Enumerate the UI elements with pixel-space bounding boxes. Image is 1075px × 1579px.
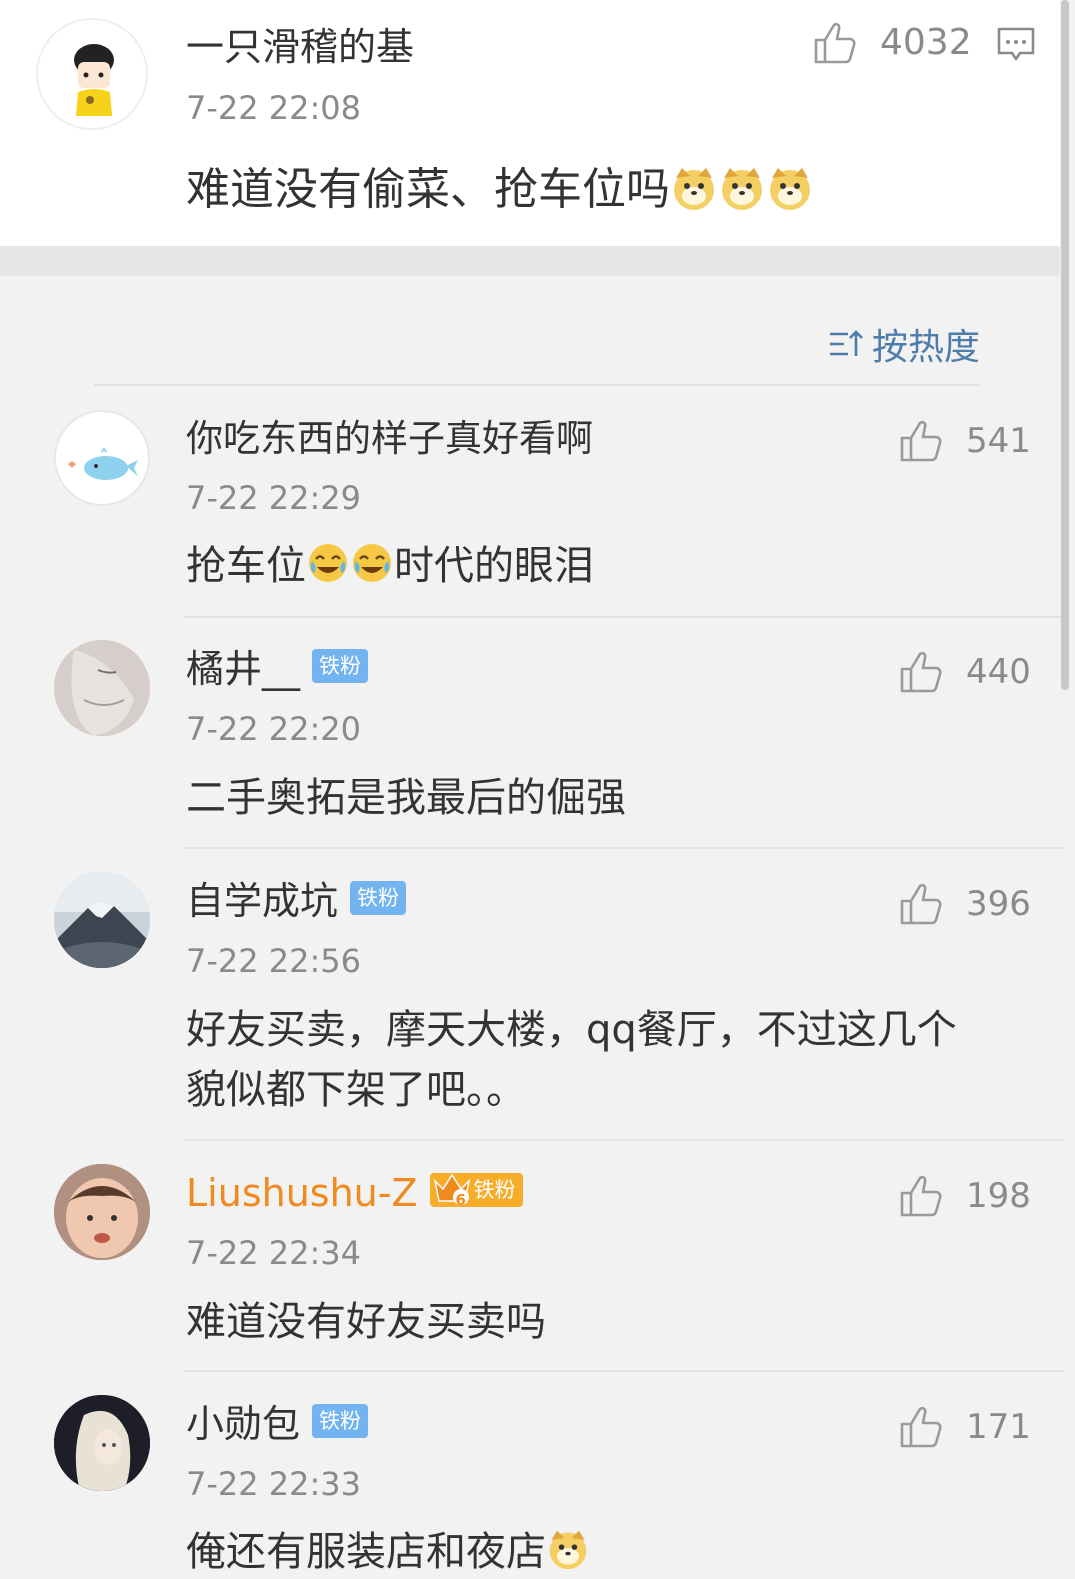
like-button[interactable]: 396 [898,879,1031,929]
divider [184,1370,1064,1372]
sort-label: 按热度 [871,327,980,368]
avatar[interactable] [54,1164,150,1260]
doge-emoji [766,164,814,212]
divider [94,384,980,386]
like-count: 396 [966,884,1031,924]
comment-bubble-icon [997,27,1035,61]
reply-button[interactable] [996,26,1036,68]
like-button[interactable]: 171 [898,1402,1031,1452]
avatar[interactable] [36,18,148,130]
thumbs-up-icon [900,1406,942,1448]
comment-time: 7-22 22:08 [186,89,362,127]
comment-text-content: 难道没有偷菜、抢车位吗 [186,164,670,215]
comment-time: 7-22 22:34 [186,1234,362,1272]
like-button[interactable]: 4032 [812,18,972,68]
avatar[interactable] [54,1395,150,1491]
divider [184,616,1064,618]
section-separator [0,246,1060,276]
username[interactable]: 橘井__ 铁粉 [186,647,369,691]
comment-text: 难道没有好友买卖吗 [186,1299,546,1345]
comment-text-content: 俺还有服装店和夜店 [186,1529,546,1575]
username[interactable]: 小勋包 铁粉 [186,1402,369,1446]
username[interactable]: Liushushu-Z 6 铁粉 [186,1171,523,1215]
like-count: 541 [966,421,1031,461]
like-button[interactable]: 198 [898,1171,1031,1221]
fan-badge: 铁粉 [312,648,369,683]
badge-level: 6 [455,1190,466,1209]
laugh-cry-emoji [350,541,394,585]
comment-time: 7-22 22:33 [186,1465,362,1503]
comment-text-part: 时代的眼泪 [394,543,594,589]
laugh-cry-emoji [306,541,350,585]
top-comment-card: 一只滑稽的基 7-22 22:08 4032 难道没有偷菜、抢车位吗 [0,0,1060,246]
username-text: Liushushu-Z [186,1171,418,1215]
comment-text: 俺还有服装店和夜店 [186,1522,590,1579]
username[interactable]: 一只滑稽的基 [186,28,414,66]
comment-text: 二手奥拓是我最后的倔强 [186,775,626,821]
doge-emoji [670,164,718,212]
like-count: 440 [966,652,1031,692]
fan-badge: 铁粉 [312,1403,369,1438]
sort-by-hot-button[interactable]: 按热度 [828,318,980,370]
avatar[interactable] [54,640,150,736]
comment-time: 7-22 22:29 [186,479,362,517]
vip-fan-badge: 6 铁粉 [429,1172,523,1209]
divider [184,1139,1064,1141]
username-text: 小勋包 [186,1402,301,1446]
doge-emoji [718,164,766,212]
username[interactable]: 自学成坑 铁粉 [186,879,407,923]
avatar[interactable] [54,872,150,968]
thumbs-up-icon [900,1175,942,1217]
comment-time: 7-22 22:56 [186,942,362,980]
comment-text-line: 好友买卖，摩天大楼，qq餐厅，不过这几个 [186,1007,957,1053]
comment-text-part: 抢车位 [186,543,306,589]
like-count: 4032 [880,22,972,63]
scrollbar[interactable] [1059,0,1069,1579]
doge-emoji [546,1527,590,1571]
scrollbar-thumb[interactable] [1061,0,1069,690]
avatar[interactable] [54,410,150,506]
username-text: 自学成坑 [186,879,339,923]
comment-text: 抢车位 时代的眼泪 [186,536,594,596]
username-text: 橘井__ [186,647,301,691]
thumbs-up-icon [900,651,942,693]
badge-label: 铁粉 [473,1177,516,1202]
thumbs-up-icon [900,420,942,462]
like-count: 198 [966,1176,1031,1216]
thumbs-up-icon [814,22,856,64]
like-count: 171 [966,1407,1031,1447]
divider [184,847,1064,849]
fan-badge: 铁粉 [350,880,407,915]
comment-text-line: 貌似都下架了吧。。 [186,1067,526,1113]
like-button[interactable]: 440 [898,647,1031,697]
like-button[interactable]: 541 [898,416,1031,466]
sort-icon [829,330,863,356]
username[interactable]: 你吃东西的样子真好看啊 [186,420,593,457]
comment-text: 难道没有偷菜、抢车位吗 [186,160,814,220]
comment-time: 7-22 22:20 [186,710,362,748]
thumbs-up-icon [900,883,942,925]
